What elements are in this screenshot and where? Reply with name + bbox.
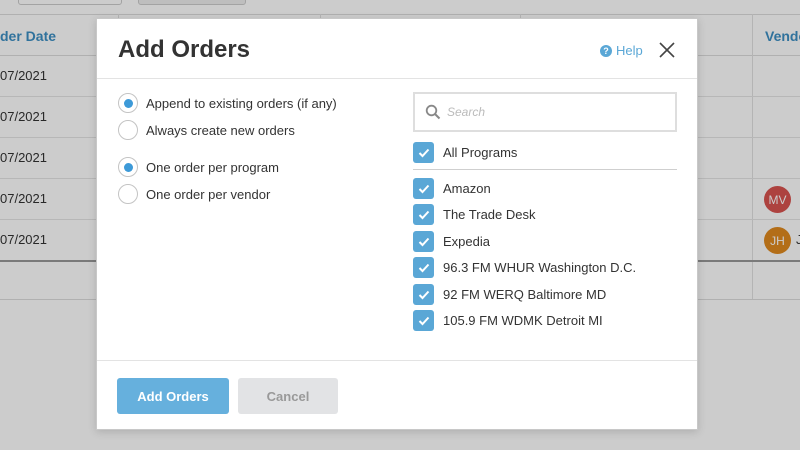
checkbox[interactable] <box>413 310 434 331</box>
checkmark-icon <box>418 148 429 157</box>
checkbox-program[interactable]: 92 FM WERQ Baltimore MD <box>413 284 606 305</box>
checkbox-label: Amazon <box>443 181 491 196</box>
radio-button[interactable] <box>118 157 138 177</box>
dialog-footer: Add Orders Cancel <box>97 360 697 430</box>
checkbox-all-programs[interactable]: All Programs <box>413 142 517 163</box>
checkmark-icon <box>418 210 429 219</box>
checkmark-icon <box>418 263 429 272</box>
checkbox-program[interactable]: Expedia <box>413 231 490 252</box>
radio-per-program[interactable]: One order per program <box>118 157 279 177</box>
radio-per-vendor[interactable]: One order per vendor <box>118 184 270 204</box>
checkmark-icon <box>418 290 429 299</box>
program-search[interactable] <box>413 92 677 132</box>
close-icon <box>659 42 675 58</box>
checkmark-icon <box>418 316 429 325</box>
checkbox[interactable] <box>413 178 434 199</box>
checkbox[interactable] <box>413 204 434 225</box>
radio-button[interactable] <box>118 120 138 140</box>
radio-label: One order per vendor <box>146 186 271 202</box>
help-icon: ? <box>600 44 612 57</box>
checkmark-icon <box>418 184 429 193</box>
close-button[interactable] <box>657 40 677 60</box>
checkbox[interactable] <box>413 257 434 278</box>
search-input[interactable] <box>447 105 667 119</box>
checkbox-label: 92 FM WERQ Baltimore MD <box>443 287 607 302</box>
checkmark-icon <box>418 237 429 246</box>
radio-button[interactable] <box>118 93 138 113</box>
checkbox-program[interactable]: The Trade Desk <box>413 204 536 225</box>
divider <box>413 169 677 170</box>
help-link[interactable]: ? Help <box>600 43 643 58</box>
help-label: Help <box>616 43 643 58</box>
radio-button[interactable] <box>118 184 138 204</box>
checkbox[interactable] <box>413 231 434 252</box>
radio-label: One order per program <box>146 159 279 175</box>
checkbox[interactable] <box>413 142 434 163</box>
cancel-button[interactable]: Cancel <box>238 378 338 414</box>
add-orders-dialog: Add Orders ? Help Append to existing ord… <box>96 18 698 430</box>
radio-append-existing[interactable]: Append to existing orders (if any) <box>118 93 337 113</box>
checkbox-label: Expedia <box>443 234 490 249</box>
dialog-header: Add Orders ? Help <box>97 19 697 79</box>
checkbox[interactable] <box>413 284 434 305</box>
radio-always-create[interactable]: Always create new orders <box>118 120 295 140</box>
checkbox-program[interactable]: 96.3 FM WHUR Washington D.C. <box>413 257 636 278</box>
radio-label: Always create new orders <box>146 122 295 138</box>
checkbox-program[interactable]: Amazon <box>413 178 491 199</box>
checkbox-label: 105.9 FM WDMK Detroit MI <box>443 313 603 328</box>
search-icon <box>425 104 441 120</box>
add-orders-button[interactable]: Add Orders <box>117 378 229 414</box>
dialog-title: Add Orders <box>118 36 251 63</box>
radio-label: Append to existing orders (if any) <box>146 95 337 111</box>
checkbox-label: The Trade Desk <box>443 207 536 222</box>
checkbox-program[interactable]: 105.9 FM WDMK Detroit MI <box>413 310 603 331</box>
checkbox-label: 96.3 FM WHUR Washington D.C. <box>443 260 637 275</box>
checkbox-label: All Programs <box>443 145 518 160</box>
